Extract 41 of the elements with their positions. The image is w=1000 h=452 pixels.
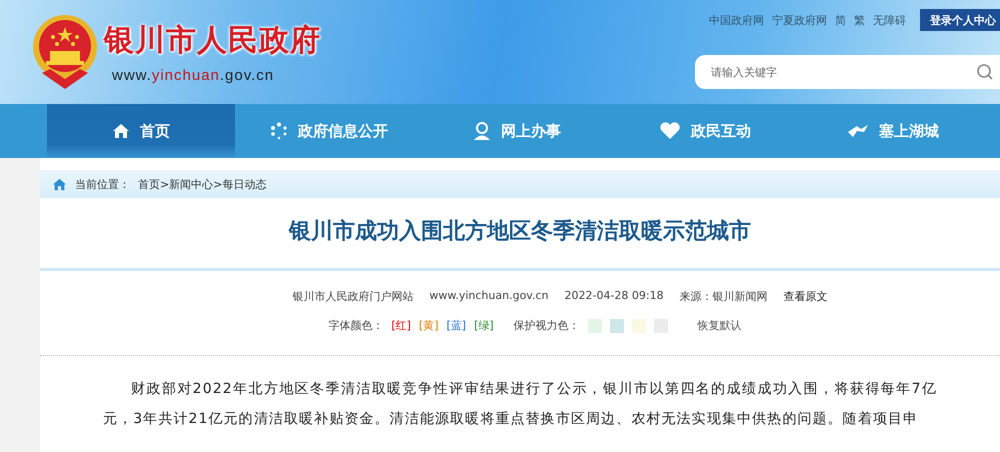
font-color-option[interactable]: [蓝] bbox=[446, 318, 466, 333]
emblem-icon bbox=[30, 13, 100, 91]
breadcrumb-path[interactable]: 首页>新闻中心>每日动态 bbox=[138, 176, 266, 192]
color-swatch[interactable] bbox=[610, 318, 624, 332]
article-title: 银川市成功入围北方地区冬季清洁取暖示范城市 bbox=[287, 218, 752, 246]
site-name: 银川市人民政府 bbox=[104, 22, 321, 60]
nav-tab[interactable]: 塞上湖城 bbox=[799, 104, 987, 158]
search-icon[interactable] bbox=[976, 63, 994, 81]
top-link[interactable]: 中国政府网 bbox=[709, 12, 764, 28]
font-color-option[interactable]: [绿] bbox=[474, 318, 494, 333]
meta-text: 2022-04-28 09:18 bbox=[564, 289, 664, 304]
reset-link[interactable]: 恢复默认 bbox=[698, 318, 742, 333]
breadcrumb-label: 当前位置： bbox=[75, 176, 130, 192]
nav-tab[interactable]: 政民互动 bbox=[611, 104, 799, 158]
color-swatch[interactable] bbox=[588, 318, 602, 332]
site-url: www.yinchuan.gov.cn bbox=[111, 67, 276, 84]
top-link[interactable]: 无障碍 bbox=[873, 12, 906, 28]
search-field[interactable]: 请输入关键字 bbox=[695, 55, 1000, 89]
font-color-option[interactable]: [黄] bbox=[418, 318, 438, 333]
nav-tab[interactable]: 网上办事 bbox=[423, 104, 611, 158]
article-paragraph: 财政部对2022年北方地区冬季清洁取暖竞争性评审结果进行了公示，银川市以第四名的成绩成功入围，将获得每年7亿元，3年共计21亿元的清洁取暖补贴资金。清洁能源取暖将重点替换市区周边、农村无法实现集中供热的问题。随着项目申 bbox=[103, 380, 937, 429]
home-icon bbox=[52, 178, 67, 190]
meta-text: 银川市人民政府门户网站 bbox=[292, 289, 414, 304]
font-color-label: 字体颜色： bbox=[328, 318, 384, 333]
top-link[interactable]: 繁 bbox=[854, 12, 865, 28]
nav-tab[interactable]: 政府信息公开 bbox=[235, 104, 423, 158]
bird-icon bbox=[847, 123, 869, 139]
top-link[interactable]: 简 bbox=[835, 12, 846, 28]
meta-text: 来源：银川新闻网 bbox=[680, 289, 768, 304]
heart-icon bbox=[659, 122, 681, 140]
view-original-link[interactable]: 查看原文 bbox=[784, 289, 828, 304]
dots-icon bbox=[270, 122, 288, 140]
meta-text: www.yinchuan.gov.cn bbox=[429, 289, 548, 304]
eye-color-label: 保护视力色： bbox=[514, 318, 580, 333]
nav-tab[interactable]: 首页 bbox=[47, 104, 235, 158]
top-link[interactable]: 宁夏政府网 bbox=[772, 12, 827, 28]
person-icon bbox=[473, 121, 491, 141]
font-color-option[interactable]: [红] bbox=[391, 318, 411, 333]
login-button[interactable]: 登录个人中心 bbox=[920, 9, 1000, 31]
home-icon bbox=[112, 123, 130, 139]
color-swatch[interactable] bbox=[632, 318, 646, 332]
